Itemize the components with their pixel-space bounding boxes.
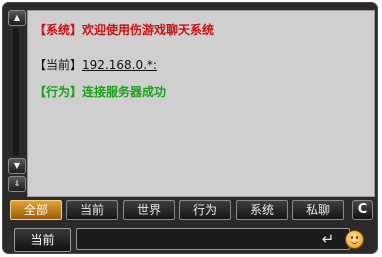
- double-arrow-down-icon: ⇓: [13, 179, 21, 188]
- channel-tabs: 全部 当前 世界 行为 系统 私聊: [10, 200, 370, 220]
- tab-world[interactable]: 世界: [123, 200, 175, 220]
- system-message: 【系统】欢迎使用伤游戏聊天系统: [34, 23, 215, 37]
- current-message: 【当前】192.168.0.*:: [34, 56, 157, 73]
- chat-log: 【系统】欢迎使用伤游戏聊天系统 【当前】192.168.0.*: 【行为】连接服…: [27, 10, 375, 197]
- chat-window: ▲ ▼ ⇓ 【系统】欢迎使用伤游戏聊天系统 【当前】192.168.0.*: 【…: [2, 2, 378, 254]
- scroll-track[interactable]: [13, 28, 19, 156]
- chat-input[interactable]: [76, 228, 350, 250]
- action-message: 【行为】连接服务器成功: [34, 85, 167, 99]
- tab-private[interactable]: 私聊: [292, 200, 344, 220]
- arrow-down-icon: ▼: [13, 161, 21, 170]
- smiley-face-icon[interactable]: [346, 231, 363, 248]
- tab-system[interactable]: 系统: [236, 200, 288, 220]
- scroll-to-bottom-button[interactable]: ⇓: [8, 176, 26, 192]
- tab-action[interactable]: 行为: [179, 200, 231, 220]
- scroll-down-button[interactable]: ▼: [8, 158, 26, 174]
- channel-select-button[interactable]: 当前: [14, 228, 71, 252]
- tab-all[interactable]: 全部: [10, 200, 62, 220]
- enter-arrow-icon[interactable]: ↵: [317, 230, 339, 248]
- clear-button[interactable]: C: [352, 200, 373, 220]
- input-bar: 当前 ↵: [8, 228, 372, 253]
- scroll-up-button[interactable]: ▲: [8, 10, 26, 26]
- current-prefix: 【当前】: [34, 58, 83, 72]
- arrow-up-icon: ▲: [13, 13, 21, 22]
- current-address-link[interactable]: 192.168.0.*:: [82, 58, 157, 72]
- tab-current[interactable]: 当前: [66, 200, 118, 220]
